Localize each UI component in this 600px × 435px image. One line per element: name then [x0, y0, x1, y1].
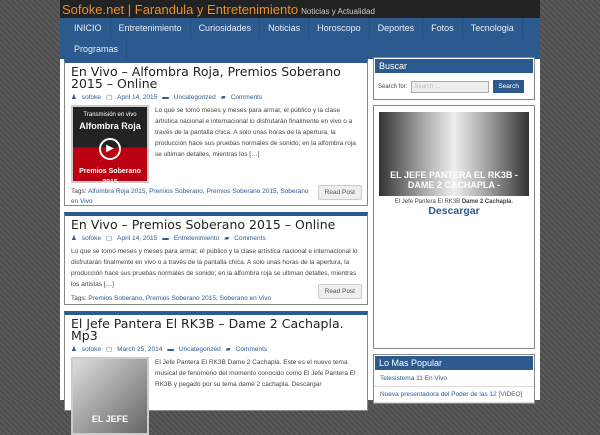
thumb-title: Alfombra Roja	[79, 121, 141, 131]
promo-widget: EL JEFE PANTERA EL RK3B - DAME 2 CACHAPL…	[373, 105, 535, 349]
tags-label: Tags:	[71, 188, 87, 195]
nav-deportes[interactable]: Deportes	[370, 18, 424, 38]
main-nav: INICIO Entretenimiento Curiosidades Noti…	[60, 18, 540, 59]
page: Sofoke.net | Farandula y Entretenimiento…	[60, 0, 540, 435]
post-thumbnail[interactable]: EL JEFE	[71, 357, 149, 435]
nav-tecnologia[interactable]: Tecnologia	[463, 18, 523, 38]
post-category[interactable]: Uncategorized	[174, 94, 216, 101]
tag-link[interactable]: Premios Soberano	[149, 188, 203, 195]
tag-link[interactable]: Premios Soberano	[88, 295, 142, 302]
nav-programas[interactable]: Programas	[66, 38, 128, 59]
post-thumbnail[interactable]: Transmisión en vivo Alfombra Roja ▶ Premios…	[71, 105, 149, 186]
comment-icon: ▰	[220, 94, 226, 101]
read-post-button[interactable]: Read Post	[317, 284, 362, 299]
calendar-icon: ▢	[105, 94, 113, 101]
search-button[interactable]: Search	[493, 80, 524, 93]
post-date[interactable]: April 14, 2015	[117, 235, 157, 242]
post-comments[interactable]: Comments	[231, 94, 262, 101]
popular-item[interactable]: Telesistema 11 En Vivo	[374, 371, 534, 387]
post: En Vivo – Premios Soberano 2015 – Online…	[64, 212, 368, 305]
post-excerpt: El Jefe Pantera El RK3B Dame 2 Cachapla.…	[155, 359, 356, 388]
post-title[interactable]: El Jefe Pantera El RK3B – Dame 2 Cachapl…	[71, 317, 361, 342]
tag-link[interactable]: Alfombra Roja 2015	[88, 188, 145, 195]
site-title[interactable]: Sofoke.net | Farandula y Entretenimiento	[62, 2, 298, 17]
thumb-caption: Transmisión en vivo	[83, 112, 137, 118]
post-comments[interactable]: Comments	[234, 235, 265, 242]
nav-inicio[interactable]: INICIO	[66, 18, 111, 38]
post-title[interactable]: En Vivo – Alfombra Roja, Premios Soberan…	[71, 65, 361, 90]
play-icon: ▶	[99, 138, 121, 160]
nav-curiosidades[interactable]: Curiosidades	[191, 18, 261, 38]
nav-fotos[interactable]: Fotos	[423, 18, 463, 38]
promo-image[interactable]: EL JEFE PANTERA EL RK3B - DAME 2 CACHAPL…	[379, 112, 529, 196]
widget-title: Lo Mas Popular	[375, 356, 533, 370]
folder-icon: ▬	[162, 235, 169, 242]
post-meta: ♟ sofoke ▢ April 14, 2015 ▬ Entretenimiento ▰ C…	[71, 234, 361, 242]
comment-icon: ▰	[225, 346, 231, 353]
tag-link[interactable]: Premios Soberano 2015	[146, 295, 216, 302]
download-link[interactable]: Descargar	[379, 205, 529, 217]
post-author[interactable]: sofoke	[82, 235, 101, 242]
nav-horoscopo[interactable]: Horoscopo	[309, 18, 370, 38]
tag-link[interactable]: Soberano en Vivo	[220, 295, 272, 302]
folder-icon: ▬	[162, 94, 169, 101]
tags-label: Tags:	[71, 295, 87, 302]
widget-title: Buscar	[375, 59, 533, 73]
post-author[interactable]: sofoke	[82, 94, 101, 101]
post: El Jefe Pantera El RK3B – Dame 2 Cachapl…	[64, 311, 368, 435]
post-meta: ♟ sofoke ▢ March 25, 2014 ▬ Uncategorized ▰ Com…	[71, 345, 361, 353]
site-tagline: Noticias y Actualidad	[301, 7, 375, 16]
search-input[interactable]: Search ...	[411, 80, 490, 93]
post-author[interactable]: sofoke	[82, 346, 101, 353]
author-icon: ♟	[71, 235, 77, 242]
post-excerpt: Lo que se tomó meses y meses para armar,…	[71, 248, 358, 288]
post-title[interactable]: En Vivo – Premios Soberano 2015 – Online	[71, 218, 361, 231]
thumb-title: EL JEFE	[91, 414, 129, 424]
sidebar: Buscar Search for: Search ... Search EL JE…	[373, 57, 535, 409]
tag-link[interactable]: Premios Soberano 2015	[207, 188, 277, 195]
popular-widget: Lo Mas Popular Telesistema 11 En Vivo Nu…	[373, 354, 535, 404]
post-excerpt: Lo que se tomó meses y meses para armar,…	[155, 107, 356, 158]
calendar-icon: ▢	[105, 346, 113, 353]
post-date[interactable]: March 25, 2014	[117, 346, 162, 353]
post-category[interactable]: Uncategorized	[179, 346, 221, 353]
search-widget: Buscar Search for: Search ... Search	[373, 57, 535, 100]
search-label: Search for:	[378, 83, 408, 90]
post-date[interactable]: April 14, 2015	[117, 94, 157, 101]
comment-icon: ▰	[224, 235, 230, 242]
author-icon: ♟	[71, 346, 77, 353]
calendar-icon: ▢	[105, 235, 113, 242]
nav-entretenimiento[interactable]: Entretenimiento	[111, 18, 191, 38]
site-header: Sofoke.net | Farandula y Entretenimiento…	[60, 0, 540, 18]
post: En Vivo – Alfombra Roja, Premios Soberan…	[64, 59, 368, 206]
popular-item[interactable]: Nueva presentadora del Poder de las 12 […	[374, 387, 534, 403]
author-icon: ♟	[71, 94, 77, 101]
main-content: En Vivo – Alfombra Roja, Premios Soberan…	[64, 59, 368, 435]
nav-noticias[interactable]: Noticias	[260, 18, 310, 38]
post-category[interactable]: Entretenimiento	[174, 235, 220, 242]
post-meta: ♟ sofoke ▢ April 14, 2015 ▬ Uncategorized ▰ Com…	[71, 93, 361, 101]
folder-icon: ▬	[167, 346, 174, 353]
read-post-button[interactable]: Read Post	[317, 185, 362, 200]
thumb-subtitle: Premios Soberano 2015	[79, 168, 141, 186]
post-comments[interactable]: Comments	[236, 346, 267, 353]
